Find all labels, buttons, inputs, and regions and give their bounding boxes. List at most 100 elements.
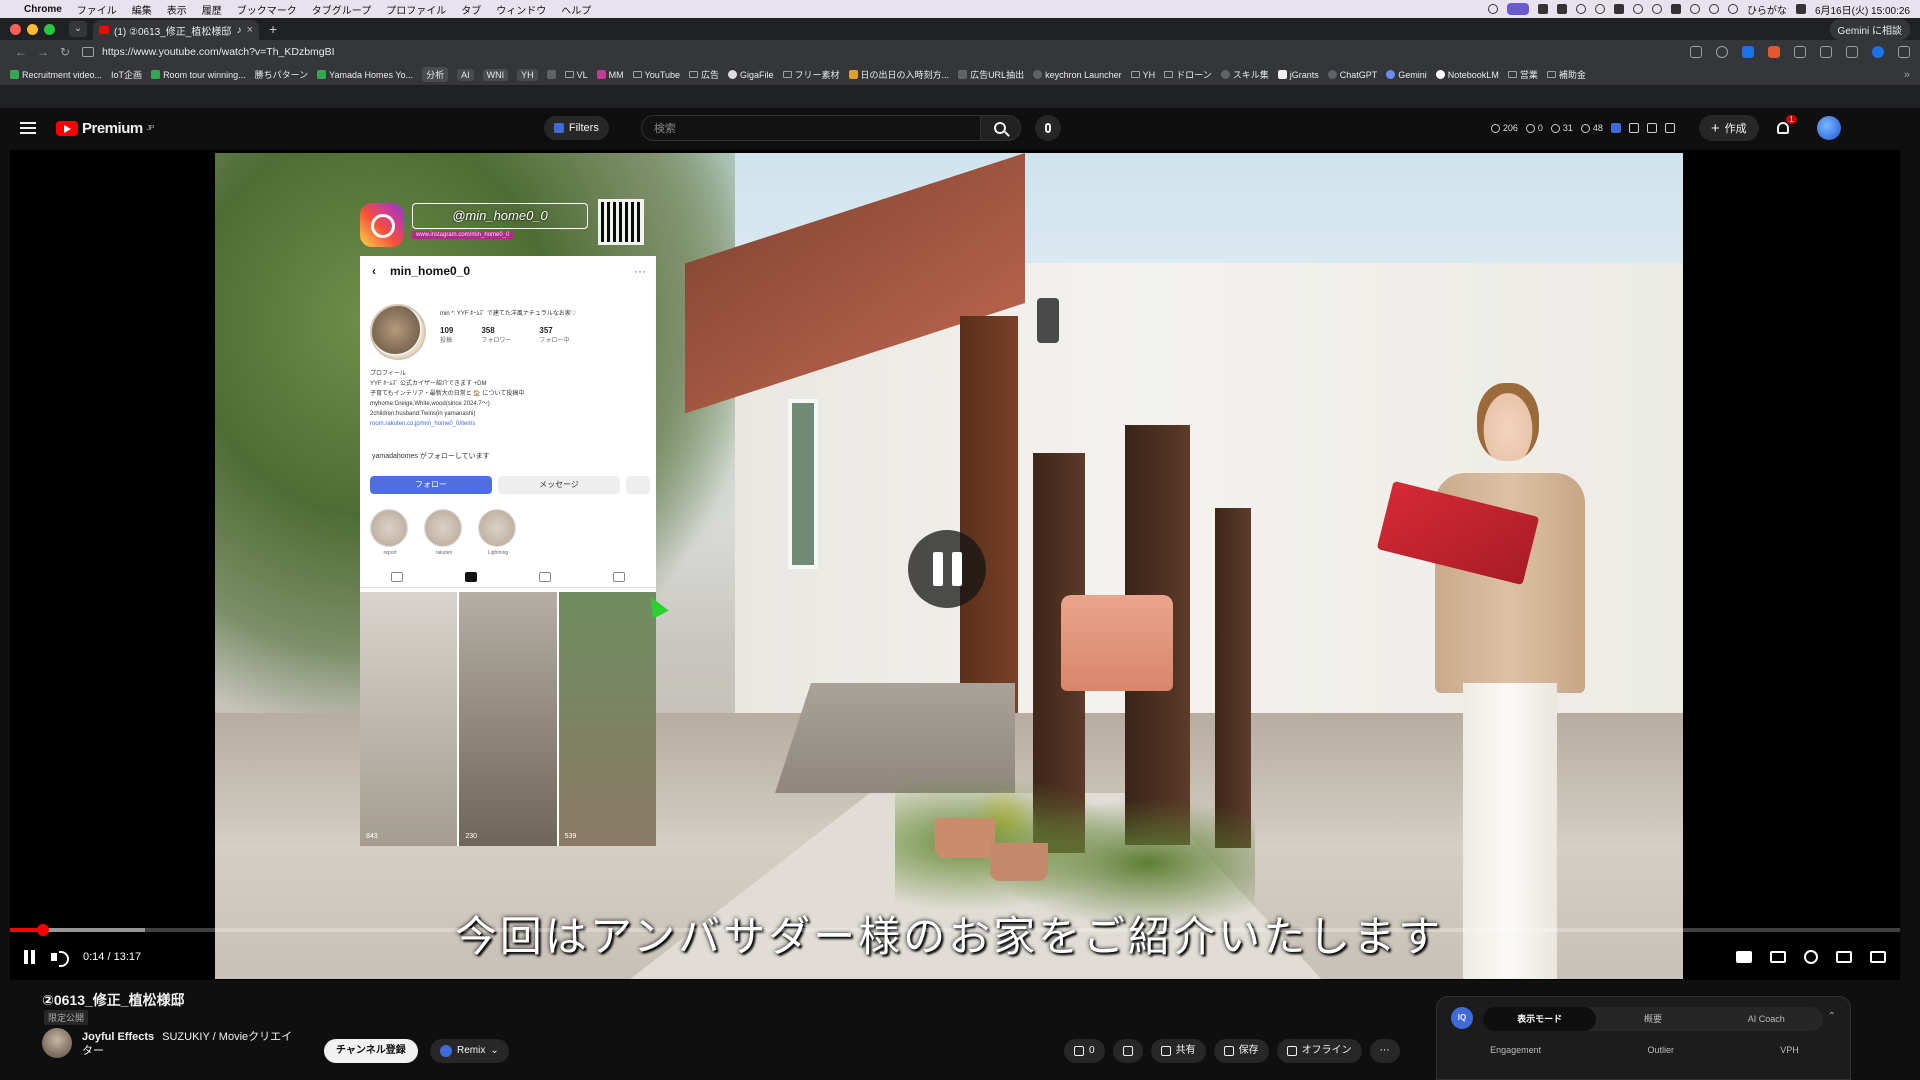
share-button[interactable]: 共有 xyxy=(1150,1039,1206,1063)
channel-avatar[interactable] xyxy=(42,1028,72,1058)
extension-iq-icon[interactable] xyxy=(1742,46,1754,58)
bookmark-item[interactable]: GigaFile xyxy=(728,70,774,80)
url-text[interactable]: https://www.youtube.com/watch?v=Th_KDzbm… xyxy=(102,46,335,58)
chrome-menu-icon[interactable] xyxy=(1898,46,1910,58)
voice-search-button[interactable] xyxy=(1034,115,1061,141)
address-bar[interactable]: https://www.youtube.com/watch?v=Th_KDzbm… xyxy=(82,43,1680,61)
close-tab-icon[interactable]: × xyxy=(247,24,253,36)
bookmark-item[interactable]: keychron Launcher xyxy=(1033,70,1122,80)
sparkle-icon[interactable] xyxy=(1664,123,1675,133)
tab-audio-icon[interactable]: ♪ xyxy=(237,25,242,36)
search-button[interactable] xyxy=(980,115,1021,141)
extension-menu-icon[interactable] xyxy=(1628,123,1639,133)
status-icon[interactable] xyxy=(1632,4,1643,14)
menu-item-profiles[interactable]: プロファイル xyxy=(386,2,446,17)
save-button[interactable]: 保存 xyxy=(1213,1039,1269,1063)
gemini-button[interactable]: Gemini に相談 xyxy=(1829,18,1910,40)
minimize-window-button[interactable] xyxy=(27,23,38,35)
status-icon[interactable] xyxy=(1537,4,1548,14)
iq-extension-icon[interactable] xyxy=(1610,123,1621,133)
channel-name[interactable]: Joyful Effects SUZUKIY / Movieクリエイター xyxy=(82,1030,302,1058)
bookmark-folder[interactable]: 広告 xyxy=(689,68,719,81)
volume-icon[interactable] xyxy=(51,950,69,967)
bookmark-item[interactable]: Yamada Homes Yo... xyxy=(317,70,413,80)
menu-item-help[interactable]: ヘルプ xyxy=(561,2,591,17)
bookmark-folder[interactable]: YouTube xyxy=(632,70,680,80)
remix-button[interactable]: Remix ⌄ xyxy=(430,1039,509,1063)
forward-icon[interactable]: → xyxy=(32,45,54,59)
menubar-clock[interactable]: 6月16日(火) 15:00:26 xyxy=(1815,2,1910,17)
bookmark-item[interactable]: Room tour winning... xyxy=(151,70,246,80)
battery-icon[interactable] xyxy=(1670,4,1681,14)
center-pause-button[interactable] xyxy=(908,530,986,608)
bookmark-folder[interactable]: フリー素材 xyxy=(782,68,840,81)
bookmark-folder[interactable]: ドローン xyxy=(1164,68,1212,81)
menu-item-history[interactable]: 履歴 xyxy=(202,2,222,17)
status-icon[interactable] xyxy=(1651,4,1662,14)
bookmark-folder[interactable]: VL xyxy=(564,70,588,80)
iq-player-icon[interactable] xyxy=(1736,951,1752,963)
menu-app-name[interactable]: Chrome xyxy=(24,4,62,15)
bookmarks-overflow-icon[interactable]: » xyxy=(1904,69,1910,81)
bookmark-item[interactable]: NotebookLM xyxy=(1435,70,1499,80)
subscribe-button[interactable]: チャンネル登録 xyxy=(324,1039,418,1063)
extension-claude-icon[interactable] xyxy=(1768,46,1780,58)
status-icon[interactable] xyxy=(1556,4,1567,14)
bookmark-folder[interactable]: YH xyxy=(1130,70,1155,80)
bookmark-item[interactable]: IoT企画 xyxy=(111,68,142,81)
menu-item-file[interactable]: ファイル xyxy=(77,2,117,17)
bookmark-item[interactable]: 広告URL抽出 xyxy=(958,68,1024,81)
tab-overview[interactable]: 概要 xyxy=(1596,1007,1709,1031)
menu-item-view[interactable]: 表示 xyxy=(167,2,187,17)
reload-icon[interactable]: ↻ xyxy=(54,45,76,59)
play-pause-button[interactable] xyxy=(24,950,35,964)
control-center-icon[interactable] xyxy=(1795,4,1806,14)
close-window-button[interactable] xyxy=(10,23,21,35)
fullscreen-icon[interactable] xyxy=(1870,951,1886,963)
theater-mode-icon[interactable] xyxy=(1836,951,1852,963)
video-player[interactable]: @min_home0_0 www.instagram.com/min_home0… xyxy=(10,150,1900,980)
extensions-puzzle-icon[interactable] xyxy=(1794,46,1806,58)
bookmark-item[interactable]: AI xyxy=(457,68,474,81)
zoom-window-button[interactable] xyxy=(44,23,55,35)
bookmark-item[interactable]: MM xyxy=(596,70,624,80)
menu-item-edit[interactable]: 編集 xyxy=(132,2,152,17)
progress-scrubber[interactable] xyxy=(37,924,49,936)
tab-search-icon[interactable]: ⌄ xyxy=(69,21,87,37)
tab-display-mode[interactable]: 表示モード xyxy=(1483,1007,1597,1031)
menu-item-tab-groups[interactable]: タブグループ xyxy=(312,2,371,17)
bookmark-item[interactable]: YH xyxy=(517,68,538,81)
bookmark-item[interactable]: 勝ちパターン xyxy=(255,68,309,81)
bookmark-folder[interactable]: 営業 xyxy=(1507,68,1538,81)
bookmark-item[interactable]: 日の出日の入時刻方... xyxy=(848,68,949,81)
offline-download-button[interactable]: オフライン xyxy=(1276,1039,1362,1063)
status-icon[interactable] xyxy=(1487,4,1498,14)
site-info-icon[interactable] xyxy=(82,47,94,57)
search-input[interactable]: 検索 xyxy=(640,115,981,141)
bookmark-item[interactable]: jGrants xyxy=(1277,70,1319,80)
back-icon[interactable]: ← xyxy=(10,45,32,59)
volume-icon[interactable] xyxy=(1689,4,1700,14)
wifi-icon[interactable] xyxy=(1727,4,1738,14)
bluetooth-icon[interactable] xyxy=(1708,4,1719,14)
new-tab-button[interactable]: + xyxy=(269,21,277,37)
status-icon[interactable] xyxy=(1575,4,1586,14)
bookmark-star-icon[interactable] xyxy=(1716,46,1728,58)
bookmark-item[interactable]: Gemini xyxy=(1386,70,1427,80)
browser-tab-active[interactable]: (1) ②0613_修正_植松様邸 ♪ × xyxy=(93,20,259,40)
collapse-chevron-icon[interactable]: ⌃ xyxy=(1828,1011,1836,1022)
trophy-icon[interactable] xyxy=(1646,123,1657,133)
bookmark-item[interactable]: WNI xyxy=(482,68,509,81)
bookmark-folder[interactable]: 補助金 xyxy=(1546,68,1586,81)
bookmark-item[interactable]: ChatGPT xyxy=(1327,70,1377,80)
bookmark-item[interactable]: 分析 xyxy=(422,67,449,82)
menu-item-bookmarks[interactable]: ブックマーク xyxy=(237,2,297,17)
guide-menu-icon[interactable] xyxy=(20,122,36,134)
bookmark-item[interactable]: スキル集 xyxy=(1220,68,1269,81)
status-pill-icon[interactable] xyxy=(1506,3,1529,15)
dislike-button[interactable] xyxy=(1112,1039,1143,1063)
install-app-icon[interactable] xyxy=(1690,46,1702,58)
status-icon[interactable] xyxy=(1613,4,1624,14)
menu-item-window[interactable]: ウィンドウ xyxy=(496,2,546,17)
more-actions-button[interactable]: ⋯ xyxy=(1369,1039,1400,1063)
